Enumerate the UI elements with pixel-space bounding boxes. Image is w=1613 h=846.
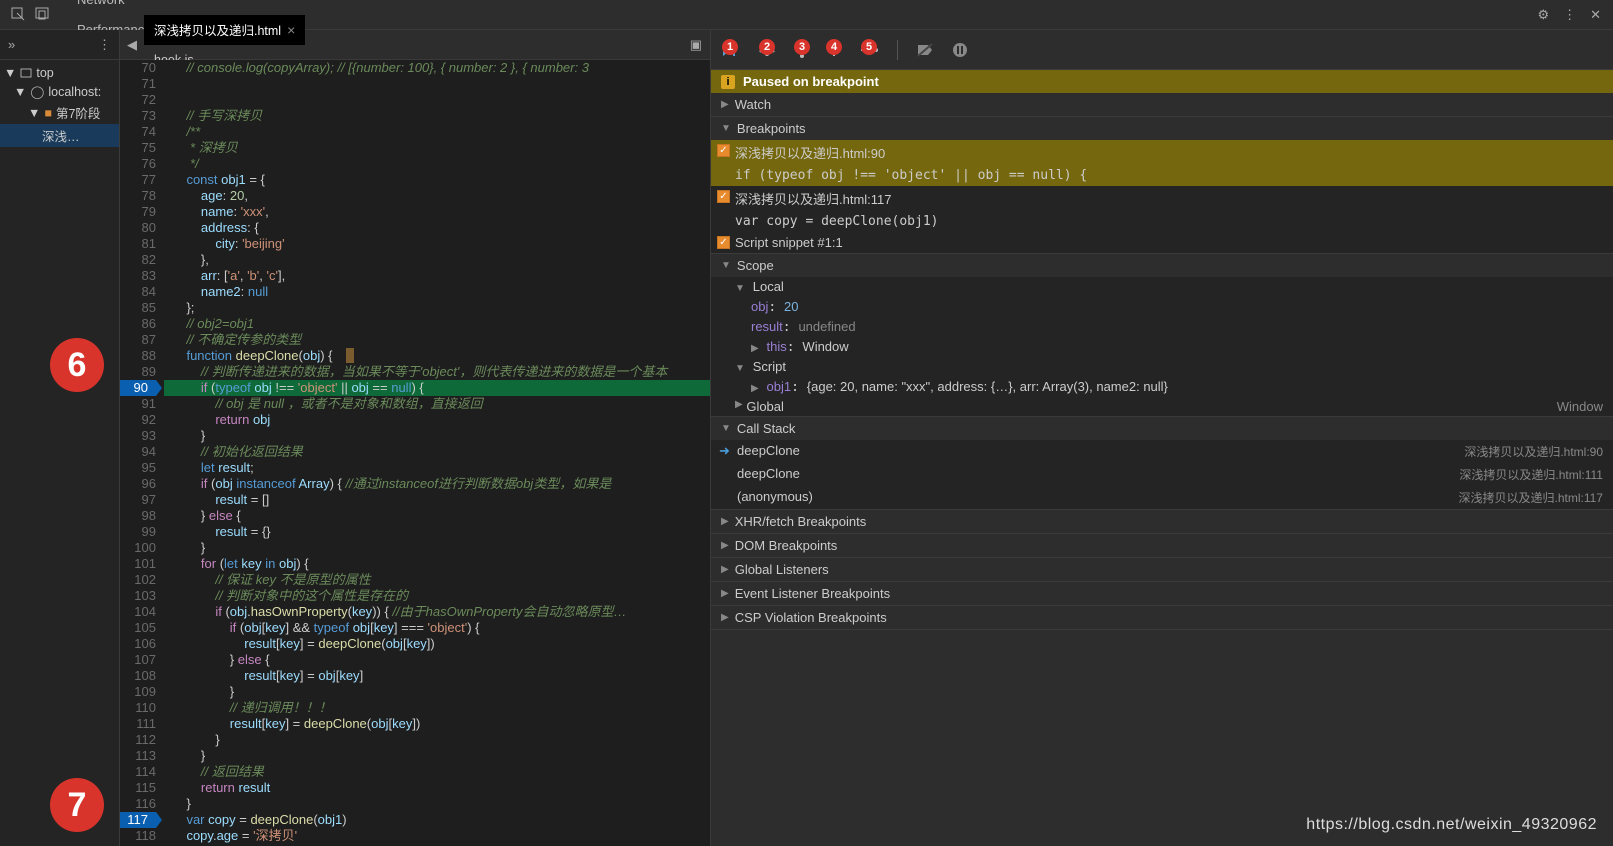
step-button[interactable]: 5 <box>859 42 879 58</box>
file-tab[interactable]: 深浅拷贝以及递归.html× <box>144 15 305 45</box>
dom-section[interactable]: ▶DOM Breakpoints <box>711 534 1613 557</box>
code-editor[interactable]: // console.log(copyArray); // [{number: … <box>164 60 710 846</box>
inspect-icon[interactable] <box>10 6 26 22</box>
step-into-button[interactable]: 3 <box>795 42 809 58</box>
tree-top[interactable]: ▼ top <box>0 64 119 82</box>
devtools-tab-network[interactable]: Network <box>65 0 163 15</box>
step-out-button[interactable]: 4 <box>827 42 841 58</box>
deactivate-bp-button[interactable] <box>916 42 934 58</box>
info-icon: i <box>721 75 735 89</box>
callstack-frame[interactable]: (anonymous)深浅拷贝以及递归.html:117 <box>711 486 1613 509</box>
annotation-7: 7 <box>50 778 104 832</box>
settings-icon[interactable]: ⚙ <box>1537 7 1549 23</box>
gl-section[interactable]: ▶Global Listeners <box>711 558 1613 581</box>
bp-checkbox[interactable]: ✓ <box>717 190 730 203</box>
callstack-frame[interactable]: deepClone深浅拷贝以及递归.html:111 <box>711 463 1613 486</box>
xhr-section[interactable]: ▶XHR/fetch Breakpoints <box>711 510 1613 533</box>
scope-local[interactable]: ▼ Local <box>711 277 1613 297</box>
more-icon[interactable]: ⋮ <box>1563 7 1576 23</box>
inspect-icons <box>10 6 50 22</box>
code-panel: ◀ 深浅拷贝以及递归.html×hook.js ▣ 70717273747576… <box>120 30 710 846</box>
file-navigator: » ⋮ ▼ top ▼ ◯ localhost: ▼ ■ 第7阶段 深浅… <box>0 30 120 846</box>
pause-exceptions-button[interactable] <box>952 42 968 58</box>
breakpoints-section[interactable]: ▼Breakpoints <box>711 117 1613 140</box>
device-icon[interactable] <box>34 6 50 22</box>
window-icon <box>20 68 32 78</box>
callstack-frame[interactable]: deepClone深浅拷贝以及递归.html:90 <box>711 440 1613 463</box>
file-tabs-overflow-icon[interactable]: ▣ <box>690 37 710 53</box>
line-gutter[interactable]: 7071727374757677787980818283848586878889… <box>120 60 164 846</box>
debugger-toolbar: 1 2 3 4 5 <box>711 30 1613 70</box>
watch-section[interactable]: ▶Watch <box>711 93 1613 116</box>
callstack-section[interactable]: ▼Call Stack <box>711 417 1613 440</box>
breakpoint-item[interactable]: ✓Script snippet #1:1 <box>711 232 1613 253</box>
breakpoint-item[interactable]: ✓深浅拷贝以及递归.html:90 <box>711 140 1613 165</box>
bp-checkbox[interactable]: ✓ <box>717 236 730 249</box>
scope-script[interactable]: ▼ Script <box>711 357 1613 377</box>
csp-section[interactable]: ▶CSP Violation Breakpoints <box>711 606 1613 629</box>
scope-global[interactable]: ▶ GlobalWindow <box>711 397 1613 416</box>
paused-status-bar: i Paused on breakpoint <box>711 70 1613 93</box>
file-tabs-left-icon[interactable]: ◀ <box>120 37 144 53</box>
watermark: https://blog.csdn.net/weixin_49320962 <box>1306 816 1597 834</box>
close-tab-icon[interactable]: × <box>287 22 295 38</box>
scope-section[interactable]: ▼Scope <box>711 254 1613 277</box>
step-over-button[interactable]: 2 <box>757 42 777 58</box>
file-tab-bar: ◀ 深浅拷贝以及递归.html×hook.js ▣ <box>120 30 710 60</box>
navigator-menu-icon[interactable]: ⋮ <box>98 37 111 53</box>
tree-host[interactable]: ▼ ◯ localhost: <box>0 82 119 101</box>
resume-button[interactable]: 1 <box>721 42 739 58</box>
annotation-6: 6 <box>50 338 104 392</box>
breakpoint-item[interactable]: ✓深浅拷贝以及递归.html:117 <box>711 186 1613 211</box>
tree-file[interactable]: 深浅… <box>0 124 119 147</box>
el-section[interactable]: ▶Event Listener Breakpoints <box>711 582 1613 605</box>
debugger-panel: 1 2 3 4 5 i Paused on breakpoint ▶Watch … <box>710 30 1613 846</box>
close-devtools-icon[interactable]: ✕ <box>1590 7 1601 23</box>
navigator-more-icon[interactable]: » <box>8 37 15 52</box>
tree-folder[interactable]: ▼ ■ 第7阶段 <box>0 101 119 124</box>
bp-checkbox[interactable]: ✓ <box>717 144 730 157</box>
